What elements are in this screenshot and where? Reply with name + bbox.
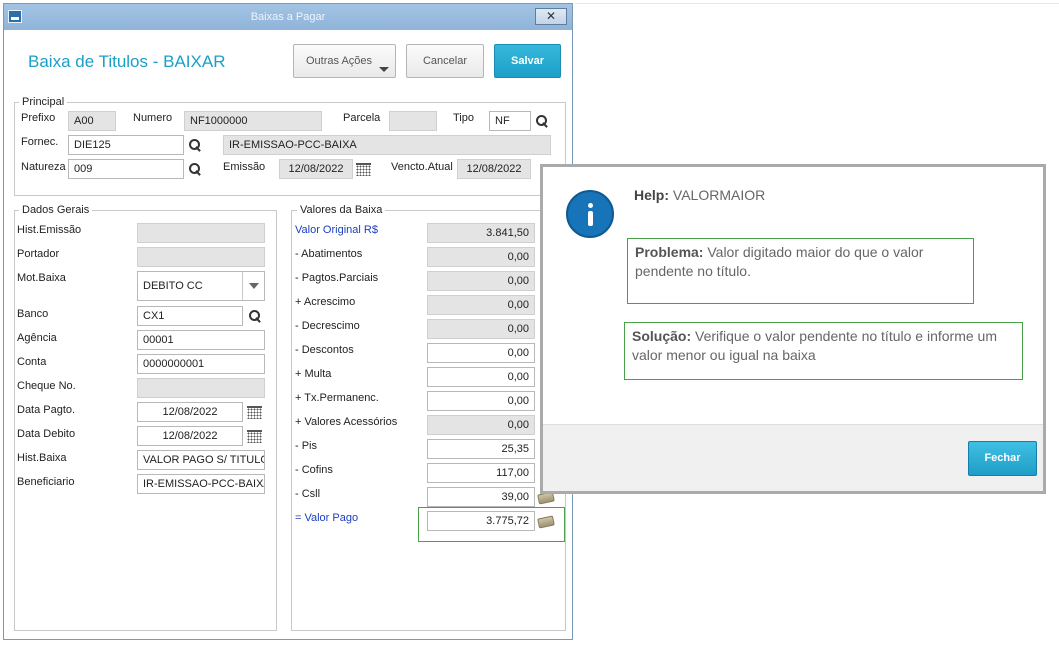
- agencia-label: Agência: [17, 332, 57, 344]
- descontos-field[interactable]: 0,00: [427, 343, 535, 363]
- vencto-field[interactable]: 12/08/2022: [457, 159, 531, 179]
- parcela-label: Parcela: [343, 112, 381, 124]
- principal-legend: Principal: [19, 96, 68, 108]
- hist-baixa-field[interactable]: VALOR PAGO S/ TITULO: [137, 450, 265, 470]
- numero-label: Numero: [133, 112, 173, 124]
- search-icon[interactable]: [535, 114, 549, 128]
- calendar-icon[interactable]: [247, 406, 262, 419]
- numero-field[interactable]: NF1000000: [184, 111, 322, 131]
- valores-acessorios-label: + Valores Acessórios: [295, 416, 398, 428]
- chevron-down-icon[interactable]: [242, 272, 264, 300]
- valores-baixa-legend: Valores da Baixa: [297, 204, 386, 216]
- natureza-label: Natureza: [21, 161, 66, 173]
- tipo-field[interactable]: NF: [489, 111, 531, 131]
- mot-baixa-label: Mot.Baixa: [17, 272, 66, 284]
- window-title: Baixas a Pagar: [250, 11, 326, 23]
- csll-field[interactable]: 39,00: [427, 487, 535, 507]
- multa-field[interactable]: 0,00: [427, 367, 535, 387]
- search-icon[interactable]: [248, 309, 262, 323]
- conta-label: Conta: [17, 356, 47, 368]
- prefixo-field[interactable]: A00: [68, 111, 116, 131]
- descontos-label: - Descontos: [295, 344, 354, 356]
- beneficiario-label: Beneficiario: [17, 476, 75, 488]
- help-title: Help: VALORMAIOR: [634, 187, 765, 203]
- calendar-icon[interactable]: [247, 430, 262, 443]
- multa-label: + Multa: [295, 368, 332, 380]
- fornec-label: Fornec.: [21, 136, 59, 148]
- cancelar-button[interactable]: Cancelar: [406, 44, 484, 78]
- pis-label: - Pis: [295, 440, 317, 452]
- cofins-label: - Cofins: [295, 464, 333, 476]
- conta-field[interactable]: 0000000001: [137, 354, 265, 374]
- chevron-down-icon: [379, 67, 389, 72]
- mot-baixa-select[interactable]: DEBITO CC: [137, 271, 265, 301]
- hist-emissao-label: Hist.Emissão: [17, 224, 82, 236]
- calendar-icon[interactable]: [356, 163, 371, 176]
- data-debito-label: Data Debito: [17, 428, 76, 440]
- vencto-label: Vencto.Atual: [391, 161, 453, 173]
- portador-label: Portador: [17, 248, 60, 260]
- pagtos-parciais-field[interactable]: 0,00: [427, 271, 535, 291]
- abatimentos-field[interactable]: 0,00: [427, 247, 535, 267]
- portador-field[interactable]: [137, 247, 265, 267]
- app-icon: [8, 10, 22, 23]
- dados-gerais-legend: Dados Gerais: [19, 204, 93, 216]
- top-divider: [575, 3, 1059, 4]
- valor-original-field[interactable]: 3.841,50: [427, 223, 535, 243]
- window-titlebar: Baixas a Pagar ✕: [4, 4, 572, 30]
- prefixo-label: Prefixo: [21, 112, 56, 124]
- help-title-code: VALORMAIOR: [672, 187, 766, 203]
- salvar-button[interactable]: Salvar: [494, 44, 561, 78]
- cheque-field[interactable]: [137, 378, 265, 398]
- fechar-button[interactable]: Fechar: [968, 441, 1037, 476]
- info-icon: [566, 190, 614, 238]
- problema-bold: Problema:: [635, 244, 704, 260]
- hist-baixa-label: Hist.Baixa: [17, 452, 67, 464]
- valores-acessorios-field[interactable]: 0,00: [427, 415, 535, 435]
- baixas-a-pagar-window: Baixas a Pagar ✕ Baixa de Titulos - BAIX…: [3, 3, 573, 640]
- valor-pago-field[interactable]: 3.775,72: [427, 511, 535, 531]
- page-title: Baixa de Titulos - BAIXAR: [28, 52, 226, 71]
- window-close-button[interactable]: ✕: [535, 8, 567, 25]
- data-pagto-label: Data Pagto.: [17, 404, 76, 416]
- data-debito-field[interactable]: 12/08/2022: [137, 426, 243, 446]
- fornec-nome-field[interactable]: IR-EMISSAO-PCC-BAIXA: [223, 135, 551, 155]
- outras-acoes-button[interactable]: Outras Ações: [293, 44, 396, 78]
- decrescimo-label: - Decrescimo: [295, 320, 360, 332]
- hist-emissao-field[interactable]: [137, 223, 265, 243]
- mot-baixa-value: DEBITO CC: [143, 280, 203, 292]
- pis-field[interactable]: 25,35: [427, 439, 535, 459]
- csll-label: - Csll: [295, 488, 321, 500]
- valor-pago-label: = Valor Pago: [295, 512, 359, 524]
- acrescimo-field[interactable]: 0,00: [427, 295, 535, 315]
- decrescimo-field[interactable]: 0,00: [427, 319, 535, 339]
- beneficiario-field[interactable]: IR-EMISSAO-PCC-BAIXA: [137, 474, 265, 494]
- cofins-field[interactable]: 117,00: [427, 463, 535, 483]
- fornec-field[interactable]: DIE125: [68, 135, 184, 155]
- help-dialog: Help: VALORMAIOR Problema: Valor digitad…: [540, 164, 1046, 494]
- emissao-label: Emissão: [223, 161, 266, 173]
- search-icon[interactable]: [188, 162, 202, 176]
- search-icon[interactable]: [188, 138, 202, 152]
- natureza-field[interactable]: 009: [68, 159, 184, 179]
- abatimentos-label: - Abatimentos: [295, 248, 363, 260]
- acrescimo-label: + Acrescimo: [295, 296, 356, 308]
- banco-field[interactable]: CX1: [137, 306, 243, 326]
- agencia-field[interactable]: 00001: [137, 330, 265, 350]
- tipo-label: Tipo: [453, 112, 474, 124]
- banco-label: Banco: [17, 308, 49, 320]
- parcela-field[interactable]: [389, 111, 437, 131]
- outras-acoes-label: Outras Ações: [306, 55, 373, 67]
- solucao-bold: Solução:: [632, 328, 692, 344]
- help-title-bold: Help:: [634, 187, 669, 203]
- tx-permanenc-label: + Tx.Permanenc.: [295, 392, 379, 404]
- data-pagto-field[interactable]: 12/08/2022: [137, 402, 243, 422]
- pagtos-parciais-label: - Pagtos.Parciais: [295, 272, 379, 284]
- problema-box: Problema: Valor digitado maior do que o …: [627, 238, 974, 304]
- emissao-field[interactable]: 12/08/2022: [279, 159, 353, 179]
- valor-original-label: Valor Original R$: [295, 224, 378, 236]
- tx-permanenc-field[interactable]: 0,00: [427, 391, 535, 411]
- solucao-box: Solução: Verifique o valor pendente no t…: [624, 322, 1023, 380]
- cheque-label: Cheque No.: [17, 380, 76, 392]
